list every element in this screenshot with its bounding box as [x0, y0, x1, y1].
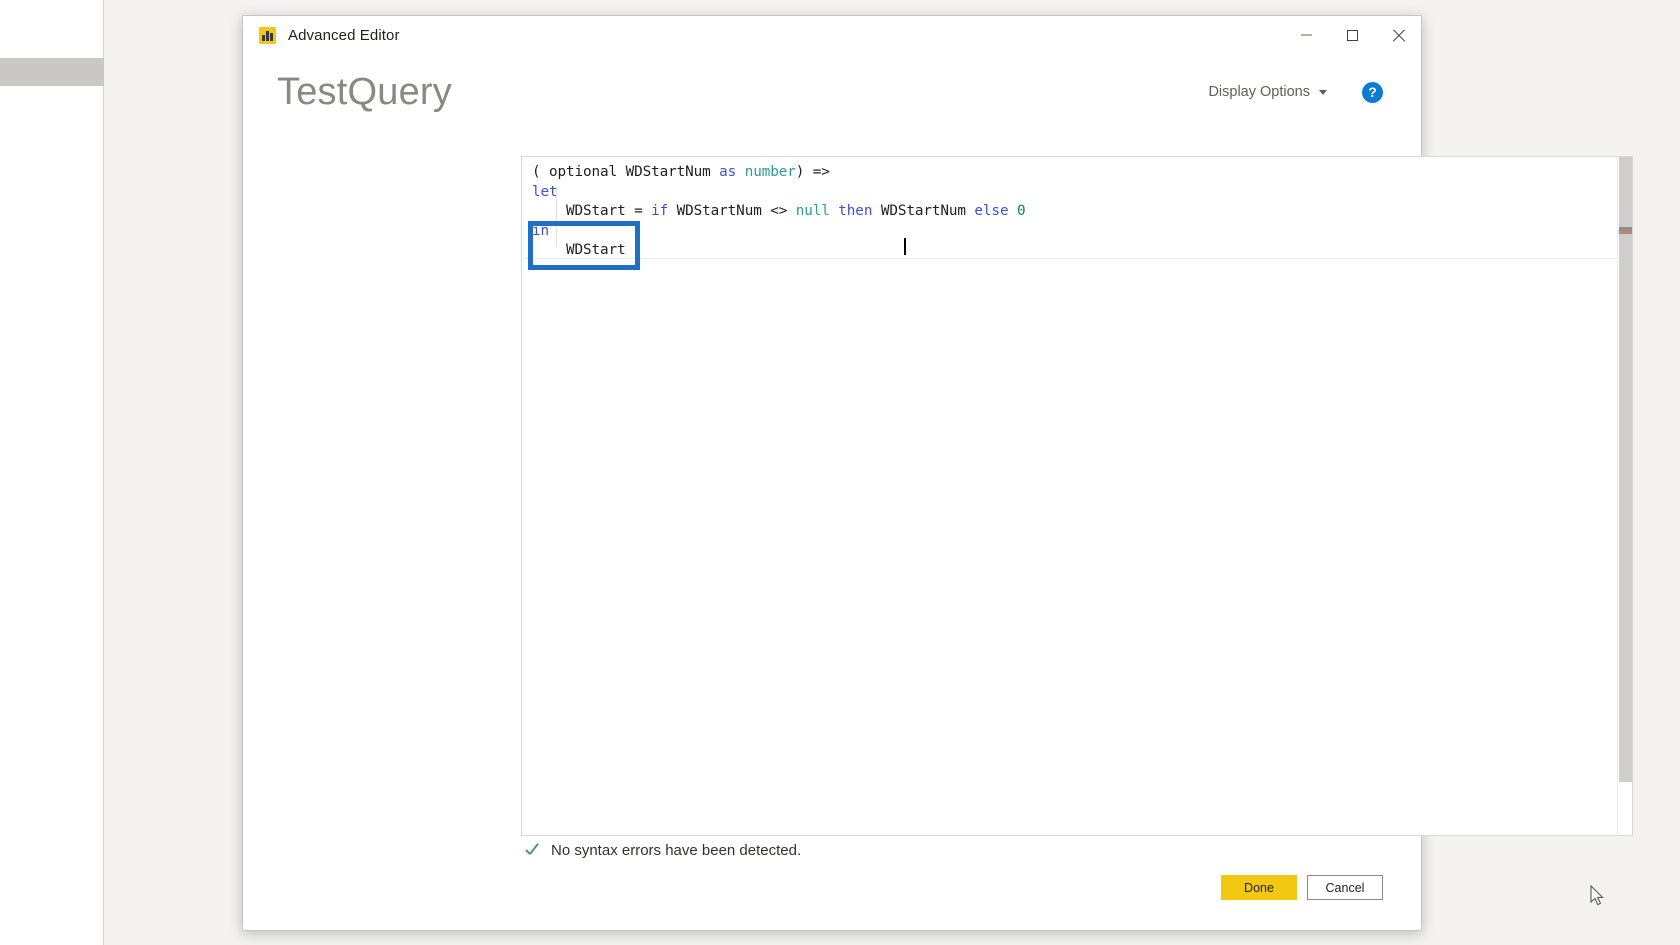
window-controls — [1283, 16, 1421, 54]
code-token: null — [795, 203, 830, 220]
advanced-editor-dialog: Advanced Editor TestQuery Display Option… — [242, 15, 1633, 931]
code-line: let — [532, 183, 1025, 203]
code-token: ) => — [795, 164, 830, 180]
done-button-label: Done — [1244, 880, 1274, 895]
code-token: WDStartNum — [617, 164, 720, 180]
code-token: WDStart — [532, 242, 626, 259]
code-text[interactable]: ( optional WDStartNum as number) => let W… — [522, 157, 1026, 261]
code-editor[interactable]: ( optional WDStartNum as number) => let W… — [521, 156, 1633, 836]
maximize-icon — [1346, 29, 1358, 41]
mouse-pointer-icon — [1590, 885, 1604, 906]
code-token: as — [719, 164, 737, 180]
code-token: WDStartNum — [872, 203, 975, 220]
code-token: then — [838, 203, 873, 220]
cancel-button-label: Cancel — [1325, 880, 1365, 895]
display-options-dropdown[interactable]: Display Options — [1208, 84, 1327, 100]
minimize-button[interactable] — [1283, 16, 1329, 54]
code-token: let — [532, 183, 558, 200]
done-button[interactable]: Done — [1221, 875, 1297, 900]
scrollbar-thumb[interactable] — [1619, 157, 1632, 782]
background-query-item[interactable]: ains — [0, 30, 104, 58]
cancel-button[interactable]: Cancel — [1307, 875, 1383, 900]
code-token: WDStart = — [532, 203, 652, 220]
chevron-down-icon — [1319, 89, 1327, 95]
query-name-heading: TestQuery — [277, 70, 452, 113]
background-query-item[interactable]: dar — [0, 2, 104, 30]
code-token: in — [532, 222, 550, 239]
close-button[interactable] — [1375, 16, 1421, 54]
code-token: optional — [549, 164, 618, 180]
code-token: if — [651, 203, 669, 220]
dialog-footer: Done Cancel — [1221, 875, 1383, 900]
scrollbar-change-marker — [1619, 231, 1632, 234]
syntax-status: No syntax errors have been detected. — [525, 842, 801, 859]
maximize-button[interactable] — [1329, 16, 1375, 54]
help-glyph: ? — [1368, 84, 1377, 100]
code-line: WDStart — [532, 241, 1025, 261]
background-query-item[interactable]: ery — [0, 58, 104, 86]
checkmark-icon — [525, 843, 541, 859]
syntax-status-text: No syntax errors have been detected. — [551, 842, 802, 859]
code-token: WDStartNum <> — [668, 203, 796, 220]
code-token: ( — [532, 164, 550, 180]
code-line: WDStart = if WDStartNum <> null then WDS… — [532, 202, 1026, 222]
code-token: number — [744, 164, 796, 180]
code-line: ( optional WDStartNum as number) => — [532, 163, 1025, 183]
help-icon[interactable]: ? — [1362, 81, 1383, 103]
minimize-icon — [1300, 34, 1312, 36]
dialog-header: TestQuery Display Options ? — [243, 54, 1421, 130]
code-token: 0 — [1016, 203, 1026, 220]
text-caret — [904, 238, 906, 255]
power-bi-icon — [259, 26, 276, 44]
code-line: in — [532, 222, 1025, 242]
display-options-label: Display Options — [1208, 84, 1310, 100]
editor-scrollbar[interactable] — [1617, 157, 1632, 835]
background-queries-pane: darainsery — [0, 0, 104, 945]
close-icon — [1392, 29, 1405, 42]
dialog-title: Advanced Editor — [288, 26, 400, 44]
dialog-titlebar: Advanced Editor — [243, 16, 1421, 54]
code-token: else — [974, 203, 1009, 220]
header-actions: Display Options ? — [1208, 81, 1383, 103]
